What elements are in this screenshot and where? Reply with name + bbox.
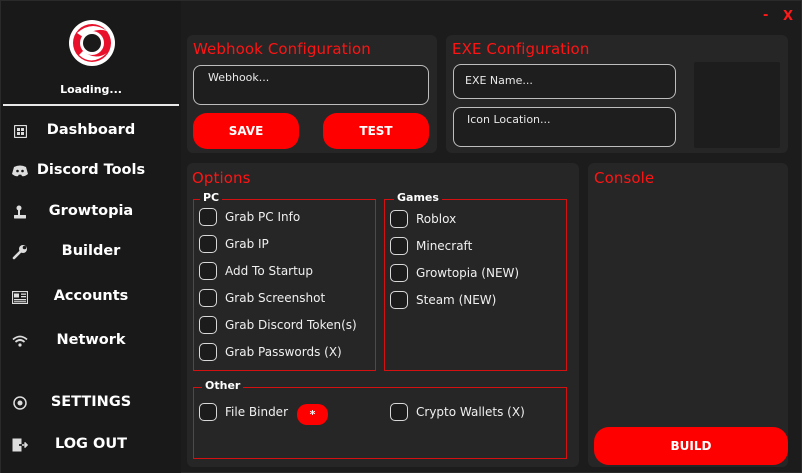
exe-name-input[interactable]: EXE Name... [453, 64, 676, 99]
option-label: Grab Screenshot [225, 291, 326, 305]
option-label: Steam (NEW) [416, 293, 497, 307]
checkbox[interactable] [199, 262, 217, 280]
logo-icon [69, 20, 115, 66]
option-grab-discord-tokens[interactable]: Grab Discord Token(s) [199, 315, 357, 335]
sidebar-item-label: LOG OUT [55, 436, 127, 452]
option-label: File Binder [225, 405, 288, 419]
sidebar-item-growtopia[interactable]: Growtopia [1, 195, 181, 229]
checkbox[interactable] [199, 343, 217, 361]
sidebar-item-label: Builder [61, 243, 121, 259]
option-label: Crypto Wallets (X) [416, 405, 525, 419]
exe-icon-preview [694, 62, 780, 148]
webhook-title: Webhook Configuration [193, 40, 371, 58]
option-steam[interactable]: Steam (NEW) [390, 290, 496, 310]
console-title: Console [594, 169, 655, 187]
other-group: Other [193, 379, 567, 459]
option-add-to-startup[interactable]: Add To Startup [199, 261, 313, 281]
sidebar-item-accounts[interactable]: Accounts [1, 280, 181, 314]
icon-location-input[interactable]: Icon Location... [453, 107, 676, 147]
option-file-binder[interactable]: File Binder [199, 402, 288, 422]
option-label: Grab Discord Token(s) [225, 318, 357, 332]
option-label: Roblox [416, 212, 457, 226]
option-minecraft[interactable]: Minecraft [390, 236, 472, 256]
option-label: Grab Passwords (X) [225, 345, 342, 359]
checkbox[interactable] [390, 210, 408, 228]
option-label: Grab IP [225, 237, 269, 251]
option-grab-ip[interactable]: Grab IP [199, 234, 269, 254]
option-growtopia[interactable]: Growtopia (NEW) [390, 263, 519, 283]
sidebar-item-logout[interactable]: LOG OUT [1, 428, 181, 462]
checkbox[interactable] [390, 403, 408, 421]
sidebar-item-label: SETTINGS [50, 394, 132, 410]
option-label: Growtopia (NEW) [416, 266, 520, 280]
pc-group-label: PC [200, 191, 223, 204]
save-button[interactable]: SAVE [193, 113, 299, 149]
loading-status: Loading... [60, 83, 122, 96]
test-button[interactable]: TEST [323, 113, 429, 149]
sidebar-item-label: Discord Tools [36, 162, 146, 178]
sidebar-item-label: Accounts [53, 288, 129, 304]
checkbox[interactable] [199, 235, 217, 253]
sidebar-item-dashboard[interactable]: Dashboard [1, 114, 181, 148]
options-title: Options [192, 169, 251, 187]
option-roblox[interactable]: Roblox [390, 209, 456, 229]
other-group-label: Other [202, 379, 244, 392]
minimize-button[interactable]: - [763, 8, 768, 23]
option-crypto-wallets[interactable]: Crypto Wallets (X) [390, 402, 525, 422]
sidebar-item-label: Growtopia [48, 203, 134, 219]
option-label: Grab PC Info [225, 210, 301, 224]
exe-title: EXE Configuration [452, 40, 590, 58]
app-window: Loading... Dashboard Discord Tools Growt… [0, 0, 802, 473]
console-output [596, 193, 786, 423]
sidebar-item-label: Network [56, 332, 126, 348]
option-grab-passwords[interactable]: Grab Passwords (X) [199, 342, 342, 362]
checkbox[interactable] [390, 237, 408, 255]
checkbox[interactable] [390, 291, 408, 309]
close-button[interactable]: X [783, 9, 793, 24]
checkbox[interactable] [390, 264, 408, 282]
checkbox[interactable] [199, 289, 217, 307]
sidebar-divider [3, 104, 179, 106]
file-binder-browse-button[interactable]: * [297, 404, 328, 425]
build-button[interactable]: BUILD [594, 427, 788, 465]
option-grab-pc-info[interactable]: Grab PC Info [199, 207, 300, 227]
sidebar-item-label: Dashboard [46, 122, 136, 138]
sidebar-item-network[interactable]: Network [1, 324, 181, 358]
checkbox[interactable] [199, 316, 217, 334]
sidebar: Loading... Dashboard Discord Tools Growt… [1, 1, 181, 473]
sidebar-item-discord-tools[interactable]: Discord Tools [1, 154, 181, 188]
sidebar-item-builder[interactable]: Builder [1, 235, 181, 269]
option-grab-screenshot[interactable]: Grab Screenshot [199, 288, 325, 308]
sidebar-item-settings[interactable]: SETTINGS [1, 386, 181, 420]
checkbox[interactable] [199, 403, 217, 421]
option-label: Add To Startup [225, 264, 314, 278]
option-label: Minecraft [416, 239, 473, 253]
checkbox[interactable] [199, 208, 217, 226]
webhook-input[interactable]: Webhook... [193, 65, 429, 105]
games-group-label: Games [394, 191, 442, 204]
